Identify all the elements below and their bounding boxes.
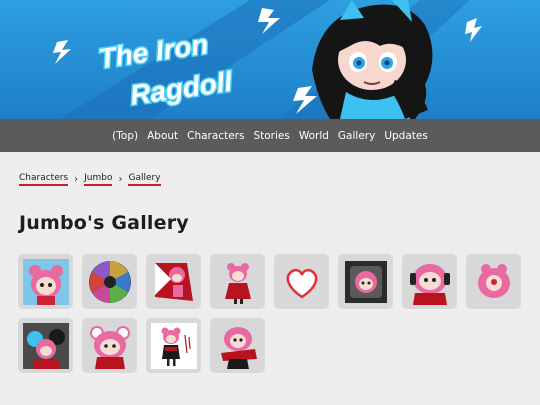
pink-blob-thumbnail bbox=[477, 263, 510, 298]
gallery-item[interactable] bbox=[338, 254, 393, 309]
jumbo-dark-headphones-thumbnail bbox=[409, 263, 450, 305]
gallery-item[interactable] bbox=[146, 254, 201, 309]
nav-gallery[interactable]: Gallery bbox=[338, 130, 375, 142]
gallery-grid bbox=[18, 254, 528, 373]
jumbo-standing-thumbnail bbox=[224, 262, 251, 304]
gallery-item[interactable] bbox=[82, 254, 137, 309]
iron-ragdoll-character-art bbox=[312, 0, 433, 119]
site-banner: The Iron Ragdoll bbox=[0, 0, 540, 119]
breadcrumb: Characters › Jumbo › Gallery bbox=[19, 173, 161, 186]
jumbo-portrait-blue-bg-thumbnail bbox=[22, 258, 69, 305]
heart-thumbnail bbox=[286, 268, 317, 299]
chevron-right-icon: › bbox=[74, 174, 79, 185]
nav-about[interactable]: About bbox=[147, 130, 178, 142]
banner-art: The Iron Ragdoll bbox=[53, 0, 482, 119]
nav-updates[interactable]: Updates bbox=[384, 130, 428, 142]
jumbo-sketch-signed-thumbnail bbox=[150, 322, 197, 369]
jumbo-red-diamond-thumbnail bbox=[154, 262, 193, 301]
color-wheel-thumbnail bbox=[88, 260, 131, 303]
nav-stories[interactable]: Stories bbox=[253, 130, 289, 142]
lightning-icon-left bbox=[53, 40, 71, 64]
breadcrumb-characters[interactable]: Characters bbox=[19, 173, 69, 186]
breadcrumb-gallery[interactable]: Gallery bbox=[128, 173, 161, 186]
gallery-item[interactable] bbox=[210, 318, 265, 373]
nav-characters[interactable]: Characters bbox=[187, 130, 244, 142]
chevron-right-icon: › bbox=[118, 174, 123, 185]
gallery-item[interactable] bbox=[18, 318, 73, 373]
jumbo-dark-frame-thumbnail bbox=[344, 260, 387, 303]
gallery-item[interactable] bbox=[466, 254, 521, 309]
gallery-item[interactable] bbox=[18, 254, 73, 309]
gallery-item[interactable] bbox=[146, 318, 201, 373]
gallery-item[interactable] bbox=[274, 254, 329, 309]
gallery-item[interactable] bbox=[82, 318, 137, 373]
gallery-item[interactable] bbox=[210, 254, 265, 309]
nav-top[interactable]: (Top) bbox=[112, 130, 138, 142]
nav-world[interactable]: World bbox=[299, 130, 329, 142]
main-nav: (Top) About Characters Stories World Gal… bbox=[0, 119, 540, 152]
page-title: Jumbo's Gallery bbox=[19, 212, 189, 234]
breadcrumb-jumbo[interactable]: Jumbo bbox=[84, 173, 113, 186]
gallery-item[interactable] bbox=[402, 254, 457, 309]
jumbo-red-outfit-thumbnail bbox=[220, 326, 257, 369]
jumbo-bear-ears-thumbnail bbox=[89, 325, 130, 369]
group-characters-thumbnail bbox=[22, 322, 69, 369]
lightning-icon-right bbox=[465, 18, 482, 42]
